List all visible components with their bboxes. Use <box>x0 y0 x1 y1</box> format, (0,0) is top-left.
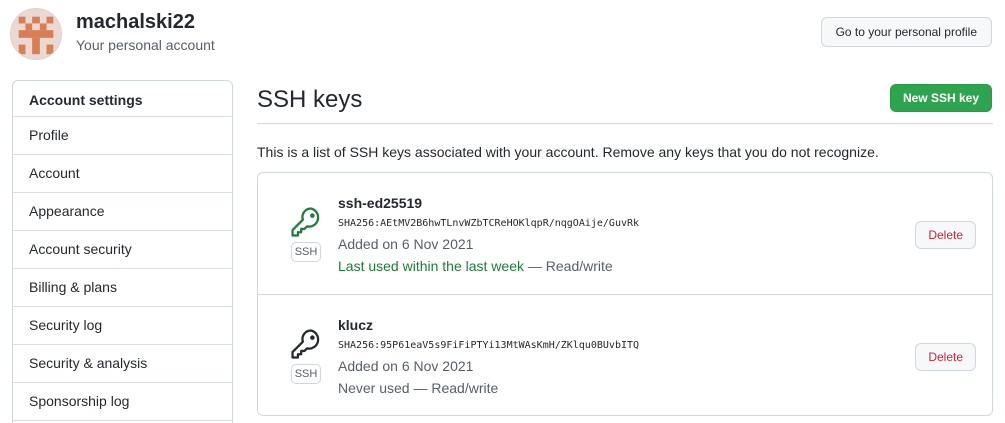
ssh-badge: SSH <box>291 242 321 262</box>
ssh-badge: SSH <box>291 364 321 384</box>
identicon-image <box>11 9 61 59</box>
key-last-used: Last used within the last week <box>338 258 524 274</box>
go-to-profile-button[interactable]: Go to your personal profile <box>820 17 992 47</box>
ssh-keys-description: This is a list of SSH keys associated wi… <box>257 144 879 160</box>
key-access-level: — Read/write <box>409 380 499 396</box>
new-ssh-key-button[interactable]: New SSH key <box>889 84 992 112</box>
sidebar-item-security-analysis[interactable]: Security & analysis <box>13 345 232 383</box>
account-header: machalski22 Your personal account Go to … <box>10 8 995 60</box>
key-fingerprint: SHA256:AEtMV2B6hwTLnvWZbTCReHOKlqpR/nqgO… <box>338 218 640 229</box>
key-usage-status: Last used within the last week — Read/wr… <box>338 258 613 274</box>
key-title: ssh-ed25519 <box>338 195 423 211</box>
key-added-date: Added on 6 Nov 2021 <box>338 236 474 252</box>
key-added-date: Added on 6 Nov 2021 <box>338 358 474 374</box>
key-usage-status: Never used — Read/write <box>338 380 498 396</box>
sidebar-item-account[interactable]: Account <box>13 155 232 193</box>
sidebar-item-profile[interactable]: Profile <box>13 117 232 155</box>
sidebar-item-billing-plans[interactable]: Billing & plans <box>13 269 232 307</box>
ssh-key-list: SSH ssh-ed25519 SHA256:AEtMV2B6hwTLnvWZb… <box>257 172 993 416</box>
sidebar-header-account-settings: Account settings <box>13 81 232 117</box>
ssh-key-row: SSH klucz SHA256:95P61eaV5s9FiFiPTYi13Mt… <box>258 295 992 417</box>
key-icon <box>291 207 320 237</box>
sidebar-item-sponsorship-log[interactable]: Sponsorship log <box>13 383 232 421</box>
sidebar-item-appearance[interactable]: Appearance <box>13 193 232 231</box>
page-title: SSH keys <box>257 86 363 113</box>
delete-key-button[interactable]: Delete <box>915 343 976 371</box>
ssh-key-row: SSH ssh-ed25519 SHA256:AEtMV2B6hwTLnvWZb… <box>258 173 992 295</box>
account-type-label: Your personal account <box>76 37 215 53</box>
sidebar-item-security-log[interactable]: Security log <box>13 307 232 345</box>
key-access-level: — Read/write <box>524 258 613 274</box>
delete-key-button[interactable]: Delete <box>915 221 976 249</box>
key-icon <box>291 329 320 359</box>
key-fingerprint: SHA256:95P61eaV5s9FiFiPTYi13MtWAsKmH/ZKl… <box>338 340 640 351</box>
sidebar-item-account-security[interactable]: Account security <box>13 231 232 269</box>
username[interactable]: machalski22 <box>76 11 195 34</box>
avatar[interactable] <box>10 8 62 60</box>
title-divider <box>257 123 993 124</box>
key-title: klucz <box>338 317 374 333</box>
key-last-used: Never used <box>338 380 410 396</box>
settings-sidebar: Account settings Profile Account Appeara… <box>12 80 233 423</box>
